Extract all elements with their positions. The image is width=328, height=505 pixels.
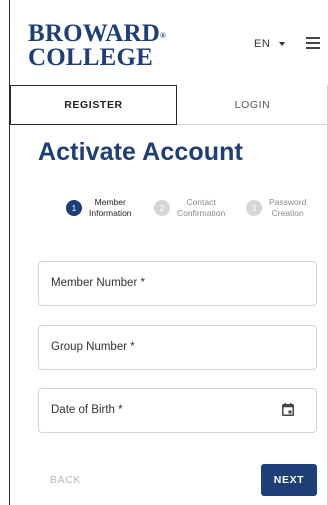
group-number-label: Group Number *: [51, 341, 135, 353]
step-3-label: Password Creation: [269, 197, 306, 219]
step-1-indicator: 1: [66, 200, 82, 216]
progress-stepper: 1 Member Information 2 Contact Confirmat…: [66, 197, 328, 231]
member-number-field[interactable]: Member Number *: [38, 261, 317, 306]
step-1-label-line2: Information: [89, 208, 132, 218]
step-3-label-line1: Password: [269, 197, 307, 207]
date-of-birth-label: Date of Birth *: [51, 404, 123, 416]
step-3-indicator: 3: [246, 200, 262, 216]
step-2-label: Contact Confirmation: [177, 197, 225, 219]
language-code: EN: [254, 38, 271, 50]
language-selector[interactable]: EN: [254, 38, 286, 50]
step-2-indicator: 2: [154, 200, 170, 216]
date-of-birth-field[interactable]: Date of Birth *: [38, 388, 317, 433]
logo-line-1: BROWARD: [28, 20, 160, 47]
next-button[interactable]: NEXT: [261, 464, 317, 496]
header: BROWARD® COLLEGE EN: [10, 0, 328, 85]
step-3-label-line2: Creation: [271, 208, 304, 218]
auth-tabs: REGISTER LOGIN: [10, 85, 328, 125]
step-1-label: Member Information: [89, 197, 132, 219]
tab-register[interactable]: REGISTER: [10, 85, 177, 125]
group-number-field[interactable]: Group Number *: [38, 325, 317, 370]
step-member-information: 1 Member Information: [66, 197, 132, 219]
page-title: Activate Account: [38, 138, 243, 166]
broward-college-logo[interactable]: BROWARD® COLLEGE: [28, 20, 167, 71]
caret-down-icon: [279, 42, 286, 46]
logo-line-2: COLLEGE: [28, 44, 154, 71]
step-password-creation: 3 Password Creation: [246, 197, 306, 219]
step-1-label-line1: Member: [94, 197, 126, 207]
step-2-label-line1: Contact: [186, 197, 216, 207]
calendar-icon[interactable]: [282, 403, 294, 416]
member-number-label: Member Number *: [51, 277, 145, 289]
step-contact-confirmation: 2 Contact Confirmation: [154, 197, 225, 219]
hamburger-menu-icon[interactable]: [306, 37, 320, 49]
step-2-label-line2: Confirmation: [177, 208, 226, 218]
logo-registered-mark: ®: [159, 31, 167, 40]
tab-login[interactable]: LOGIN: [177, 85, 328, 125]
app-frame: BROWARD® COLLEGE EN REGISTER LOGIN Activ…: [0, 0, 328, 505]
back-button[interactable]: BACK: [50, 474, 81, 486]
